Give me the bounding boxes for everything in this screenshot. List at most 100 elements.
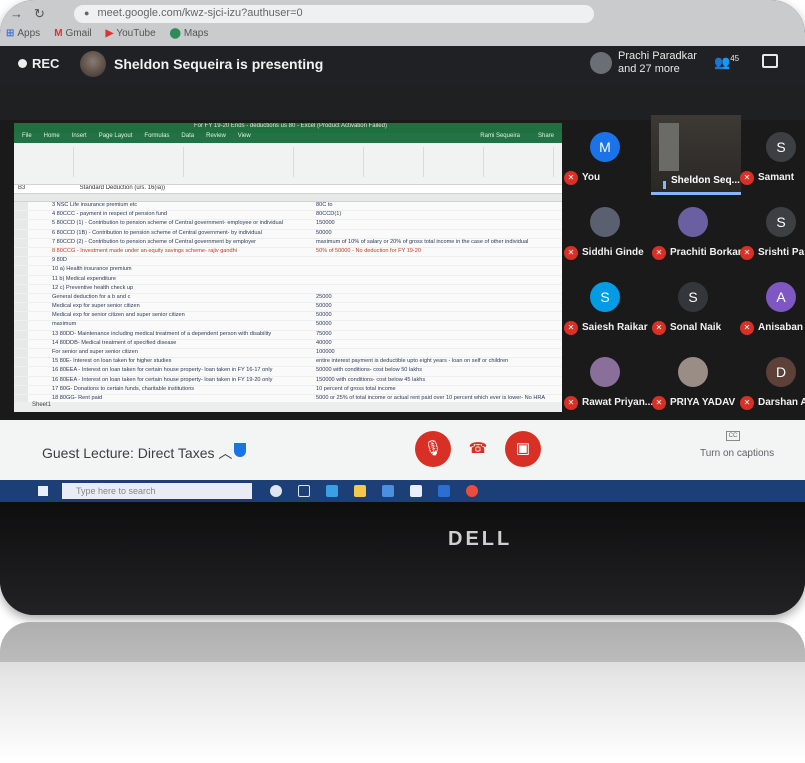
sheet-tab[interactable]: Sheet1 bbox=[32, 402, 51, 408]
mail-icon[interactable] bbox=[410, 485, 422, 497]
spreadsheet-row[interactable]: Medical exp for senior citizen and super… bbox=[14, 312, 562, 322]
captions-button[interactable]: Turn on captions bbox=[700, 448, 774, 459]
spreadsheet-row[interactable]: 4 80CCC - payment in respect of pension … bbox=[14, 211, 562, 221]
people-button[interactable]: 👥45 bbox=[714, 54, 739, 70]
spreadsheet-row[interactable]: 5 80CCD (1) - Contribution to pension sc… bbox=[14, 220, 562, 230]
row-number bbox=[14, 303, 28, 312]
shield-icon[interactable] bbox=[234, 443, 246, 457]
bookmark-apps[interactable]: ⊞ Apps bbox=[6, 28, 40, 39]
record-dot-icon bbox=[18, 59, 27, 68]
participant-tile[interactable]: S ✕ Samant bbox=[738, 118, 805, 188]
row-number bbox=[14, 275, 28, 284]
avatar: S bbox=[678, 282, 708, 312]
excel-tab[interactable]: Page Layout bbox=[99, 133, 133, 143]
participant-tile[interactable]: ✕ Siddhi Ginde bbox=[562, 193, 650, 263]
participant-name: Prachiti Borkar bbox=[670, 247, 742, 258]
participant-name: Darshan A bbox=[758, 397, 805, 408]
file-explorer-icon[interactable] bbox=[354, 485, 366, 497]
avatar bbox=[590, 357, 620, 387]
participant-tile[interactable]: S ✕ Srishti Pa bbox=[738, 193, 805, 263]
mic-toggle-button[interactable]: 🎙 bbox=[415, 431, 451, 467]
mic-off-icon: 🎙 bbox=[423, 440, 443, 457]
spreadsheet-row[interactable]: maximum 50000 bbox=[14, 321, 562, 331]
url-text: meet.google.com/kwz-sjci-izu?authuser=0 bbox=[97, 7, 303, 19]
leave-call-button[interactable]: ☎ bbox=[460, 431, 496, 467]
excel-tab[interactable]: Review bbox=[206, 133, 226, 143]
edge-icon[interactable] bbox=[326, 485, 338, 497]
excel-share[interactable]: Share bbox=[538, 133, 554, 143]
participant-name: You bbox=[582, 172, 601, 183]
spreadsheet-row[interactable]: 8 80CCG - Investment made under an equit… bbox=[14, 247, 562, 258]
lock-icon: ● bbox=[84, 8, 90, 18]
participant-tile[interactable]: ✕ Rawat Priyan... bbox=[562, 343, 653, 413]
chat-icon[interactable] bbox=[762, 54, 778, 68]
cortana-icon[interactable] bbox=[270, 485, 282, 497]
row-number bbox=[14, 376, 28, 385]
excel-ribbon bbox=[14, 143, 562, 185]
participant-tile[interactable]: M ✕ You bbox=[562, 118, 650, 188]
taskbar-search[interactable]: Type here to search bbox=[62, 483, 252, 499]
excel-tab[interactable]: Insert bbox=[72, 133, 87, 143]
formula-bar[interactable]: B3 Standard Deduction (u/s. 16(ia)) bbox=[14, 185, 562, 194]
excel-tab[interactable]: Home bbox=[44, 133, 60, 143]
speaking-indicator bbox=[663, 181, 666, 189]
store-icon[interactable] bbox=[382, 485, 394, 497]
spreadsheet-row[interactable]: 11 b) Medical expenditure bbox=[14, 275, 562, 285]
mic-muted-icon: ✕ bbox=[652, 396, 666, 410]
address-bar[interactable]: ● meet.google.com/kwz-sjci-izu?authuser=… bbox=[74, 5, 594, 23]
app-icon[interactable] bbox=[438, 485, 450, 497]
spreadsheet-row[interactable]: General deduction for a b and c 25000 bbox=[14, 293, 562, 304]
mic-muted-icon: ✕ bbox=[740, 246, 754, 260]
cell-description: 8 80CCG - Investment made under an equit… bbox=[52, 247, 237, 254]
spreadsheet-row[interactable]: Medical exp for super senior citizen 5000… bbox=[14, 303, 562, 313]
chrome-icon[interactable] bbox=[466, 485, 478, 497]
cell-description: 10 a) Health insurance premium bbox=[52, 266, 132, 273]
cell-description: 11 b) Medical expenditure bbox=[52, 275, 116, 282]
name-box[interactable]: B3 bbox=[18, 185, 78, 191]
excel-tab[interactable]: View bbox=[238, 133, 251, 143]
spreadsheet-row[interactable]: 14 80DDB- Medical treatment of specified… bbox=[14, 339, 562, 349]
spreadsheet-row[interactable]: 15 80E- Interest on loan taken for highe… bbox=[14, 358, 562, 368]
cell-value: 100000 bbox=[316, 349, 335, 355]
participant-tile[interactable]: D ✕ Darshan A bbox=[738, 343, 805, 413]
chevron-up-icon: ︿ bbox=[218, 445, 233, 461]
reload-icon[interactable]: ↻ bbox=[34, 6, 45, 22]
spreadsheet-row[interactable]: 16 80EEA - Interest on loan taken for ce… bbox=[14, 376, 562, 386]
spreadsheet-row[interactable]: 13 80DD- Maintenance including medical t… bbox=[14, 330, 562, 340]
participant-name: Sonal Naik bbox=[670, 322, 722, 333]
participant-name: Anisaban bbox=[758, 322, 804, 333]
cell-description: Medical exp for senior citizen and super… bbox=[52, 312, 185, 319]
spreadsheet-row[interactable]: 6 80CCD (1B) - Contribution to pension s… bbox=[14, 229, 562, 239]
excel-tab[interactable]: File bbox=[22, 133, 32, 143]
forward-icon[interactable]: → bbox=[10, 6, 23, 21]
participant-tile[interactable]: S ✕ Saiesh Raikar bbox=[562, 268, 650, 338]
spreadsheet-row[interactable]: For senior and super senior citizen 10000… bbox=[14, 349, 562, 359]
participant-tile[interactable]: ✕ PRIYA YADAV bbox=[650, 343, 738, 413]
spreadsheet-row[interactable]: 3 NSC Life insurance premium etc 80C to bbox=[14, 202, 562, 212]
excel-tab[interactable]: Formulas bbox=[144, 133, 169, 143]
spreadsheet-row[interactable]: 16 80EEA - Interest on loan taken for ce… bbox=[14, 367, 562, 377]
task-view-icon[interactable] bbox=[298, 485, 310, 497]
spreadsheet-row[interactable]: 17 80G- Donations to certain funds, char… bbox=[14, 385, 562, 395]
bookmark-gmail[interactable]: M Gmail bbox=[54, 28, 91, 39]
spreadsheet-row[interactable]: 10 a) Health insurance premium bbox=[14, 266, 562, 276]
formula-text: Standard Deduction (u/s. 16(ia)) bbox=[79, 185, 166, 191]
meeting-title[interactable]: Guest Lecture: Direct Taxes ︿ bbox=[42, 443, 232, 463]
row-number bbox=[14, 284, 28, 293]
spreadsheet-row[interactable]: 9 80D bbox=[14, 257, 562, 267]
windows-start-icon[interactable] bbox=[38, 486, 48, 496]
bookmark-youtube[interactable]: ▶ YouTube bbox=[106, 28, 156, 39]
row-number bbox=[14, 330, 28, 339]
row-number bbox=[14, 266, 28, 275]
bookmark-maps[interactable]: ⬤ Maps bbox=[170, 28, 209, 39]
spreadsheet-row[interactable]: 12 c) Preventive health check up bbox=[14, 284, 562, 294]
participant-video-tile[interactable]: Sheldon Seq... bbox=[651, 115, 741, 195]
participant-tile[interactable]: S ✕ Sonal Naik bbox=[650, 268, 738, 338]
excel-tab[interactable]: Data bbox=[181, 133, 194, 143]
spreadsheet-row[interactable]: 7 80CCD (2) - Contribution to pension sc… bbox=[14, 238, 562, 248]
camera-toggle-button[interactable]: ▣ bbox=[505, 431, 541, 467]
captions-icon[interactable]: CC bbox=[726, 431, 740, 441]
participant-tile[interactable]: ✕ Prachiti Borkar bbox=[650, 193, 742, 263]
avatar: D bbox=[766, 357, 796, 387]
participant-tile[interactable]: A ✕ Anisaban bbox=[738, 268, 805, 338]
